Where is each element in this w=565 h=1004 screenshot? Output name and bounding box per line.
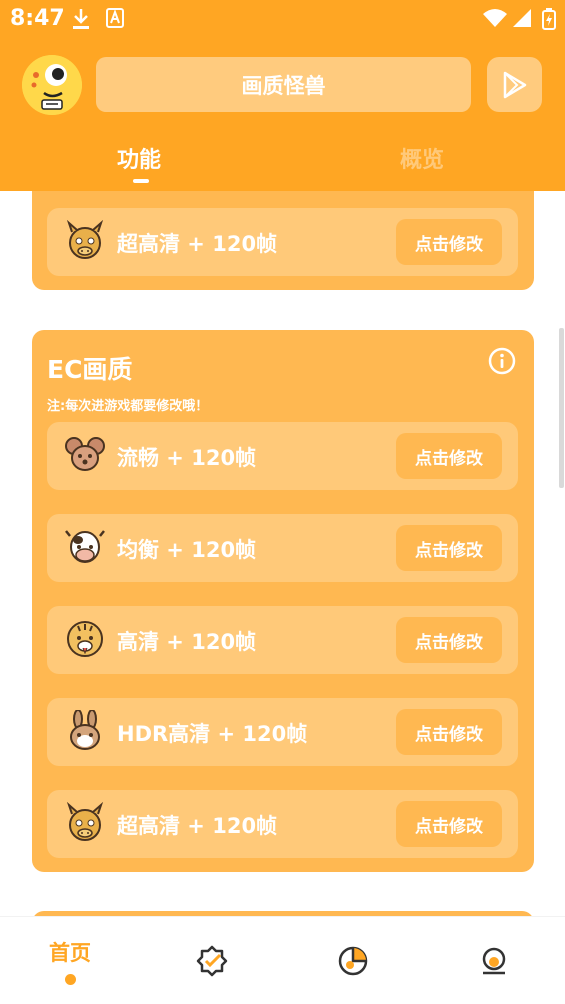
monster-mascot-icon [22,55,82,115]
modify-button[interactable]: 点击修改 [396,617,502,663]
dragon-icon [66,220,104,259]
scrollbar[interactable] [559,328,564,488]
tiger-icon [67,621,103,657]
list-item: 超高清 + 120帧 点击修改 [47,208,518,276]
cow-icon [65,530,105,563]
main-content[interactable]: 超高清 + 120帧 点击修改 EC画质 注:每次进游戏都要修改哦！ 流畅 + … [0,191,565,916]
nav-badge[interactable] [141,917,282,1004]
status-time: 8:47 [10,6,65,31]
app-title-bar: 画质怪兽 [96,57,471,112]
list-item: 均衡 + 120帧 点击修改 [47,514,518,582]
battery-icon [542,8,556,30]
badge-check-icon [196,945,228,977]
row-label: 均衡 + 120帧 [117,538,257,562]
app-header: 8:47 画质怪兽 功能 概览 [0,0,565,191]
quality-card-previous: 超高清 + 120帧 点击修改 [32,191,534,290]
nav-active-dot [65,974,76,985]
list-item: 流畅 + 120帧 点击修改 [47,422,518,490]
modify-button[interactable]: 点击修改 [396,525,502,571]
app-logo-avatar[interactable] [22,55,82,115]
app-title: 画质怪兽 [241,73,326,98]
signal-icon [513,9,531,27]
list-item: 高清 + 120帧 点击修改 [47,606,518,674]
tab-overview[interactable]: 概览 [400,142,444,174]
wifi-icon [483,9,507,27]
pie-chart-icon [338,946,368,976]
quality-card-ec: EC画质 注:每次进游戏都要修改哦！ 流畅 + 120帧 点击修改 均衡 + 1… [32,330,534,872]
mouse-icon [65,437,105,471]
modify-button[interactable]: 点击修改 [396,433,502,479]
row-label: HDR高清 + 120帧 [117,722,308,746]
dragon-icon [66,802,104,841]
list-item: HDR高清 + 120帧 点击修改 [47,698,518,766]
card-title: EC画质 [47,355,133,384]
tab-indicator [133,179,149,183]
nav-profile[interactable] [423,917,564,1004]
row-label: 高清 + 120帧 [117,630,257,654]
row-label: 超高清 + 120帧 [117,814,278,838]
modify-button[interactable]: 点击修改 [396,219,502,265]
row-label: 流畅 + 120帧 [117,446,257,470]
bottom-nav: 首页 [0,916,565,1004]
nav-stats[interactable] [282,917,423,1004]
profile-icon [482,947,506,975]
play-store-button[interactable] [487,57,542,112]
tab-functions[interactable]: 功能 [117,142,161,174]
nav-home-label: 首页 [49,941,91,965]
app-notification-icon [106,8,124,28]
list-item: 超高清 + 120帧 点击修改 [47,790,518,858]
play-icon [503,71,526,98]
status-bar: 8:47 [0,0,565,38]
nav-home[interactable]: 首页 [0,917,141,1004]
download-icon [73,9,89,29]
card-note: 注:每次进游戏都要修改哦！ [47,399,209,414]
info-icon[interactable] [488,347,516,375]
modify-button[interactable]: 点击修改 [396,709,502,755]
row-label: 超高清 + 120帧 [117,232,278,256]
modify-button[interactable]: 点击修改 [396,801,502,847]
rabbit-icon [70,710,100,750]
